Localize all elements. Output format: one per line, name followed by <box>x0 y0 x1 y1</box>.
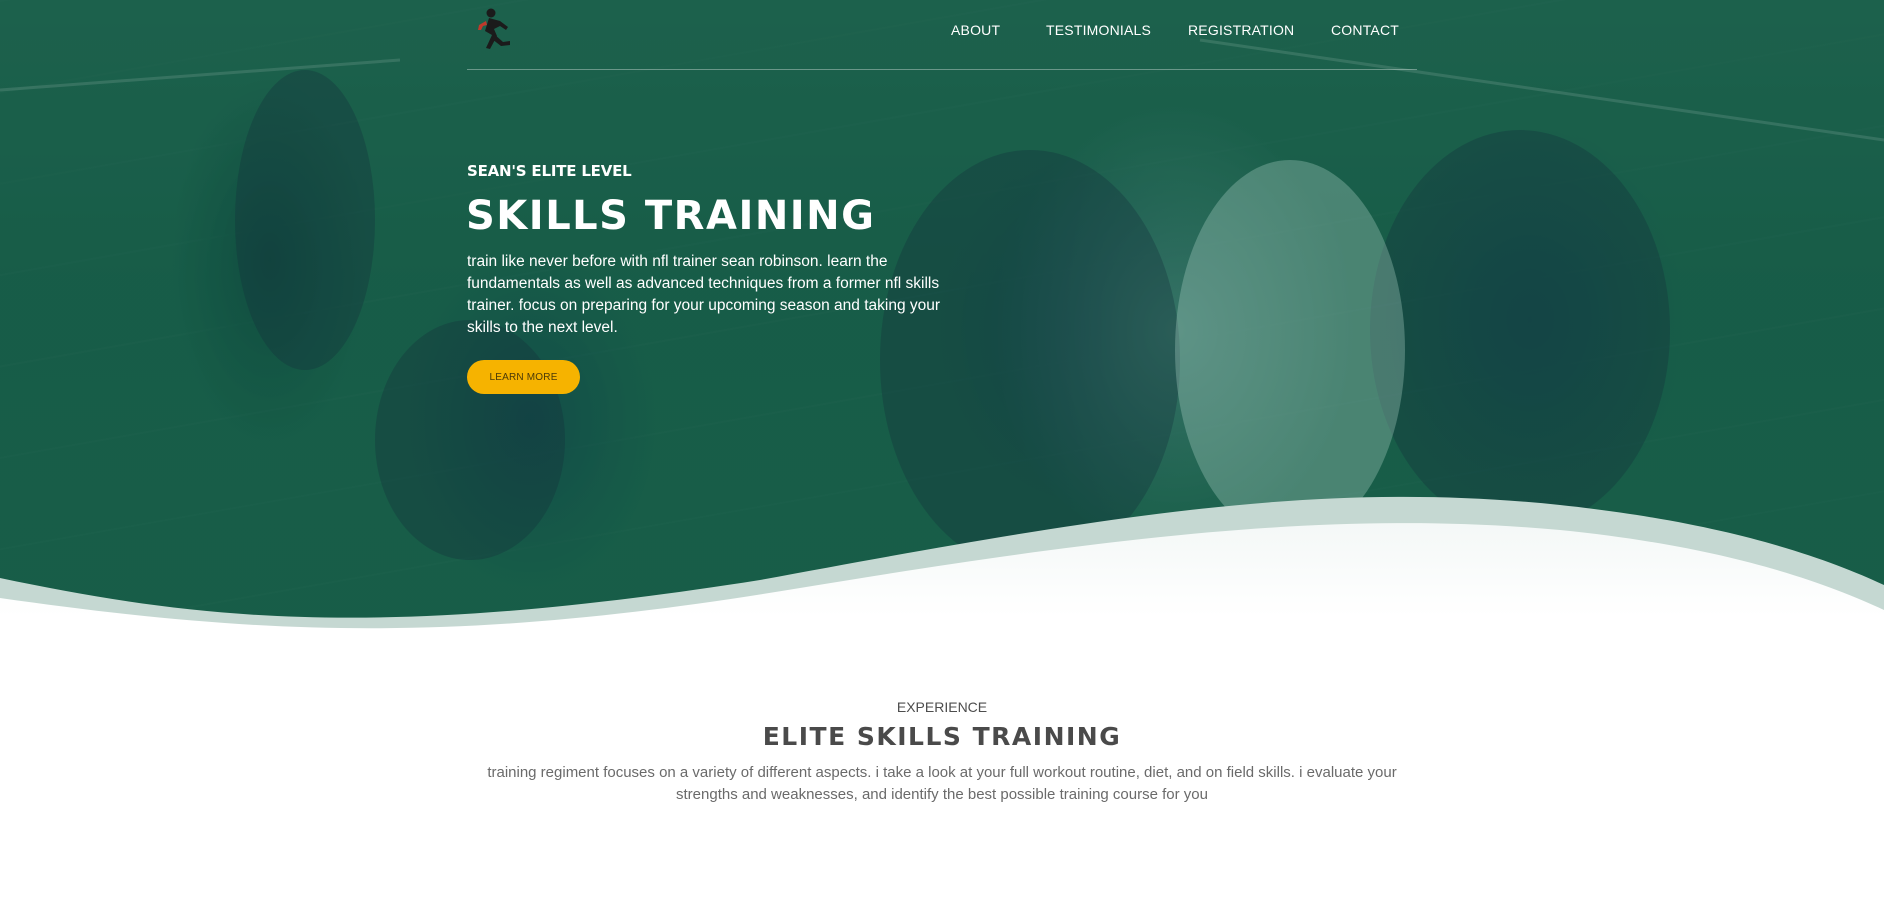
nav-registration-link[interactable]: REGISTRATION <box>1188 22 1294 38</box>
nav-contact-link[interactable]: CONTACT <box>1331 22 1399 38</box>
experience-title: ELITE SKILLS TRAINING <box>762 722 1122 751</box>
learn-more-button[interactable]: LEARN MORE <box>467 360 580 394</box>
hero-section <box>0 0 1884 700</box>
nav-about-link[interactable]: ABOUT <box>951 22 1000 38</box>
main-nav: ABOUT TESTIMONIALS REGISTRATION CONTACT <box>0 22 1884 42</box>
hero-description: train like never before with nfl trainer… <box>467 253 941 336</box>
hero-title: SKILLS TRAINING <box>466 193 876 239</box>
nav-divider <box>467 69 1417 70</box>
experience-eyebrow: EXPERIENCE <box>896 699 988 715</box>
experience-description: training regiment focuses on a variety o… <box>487 764 1397 803</box>
hero-eyebrow: SEAN'S ELITE LEVEL <box>467 162 632 180</box>
hero-wave-divider <box>0 496 1884 700</box>
nav-testimonials-link[interactable]: TESTIMONIALS <box>1046 22 1151 38</box>
